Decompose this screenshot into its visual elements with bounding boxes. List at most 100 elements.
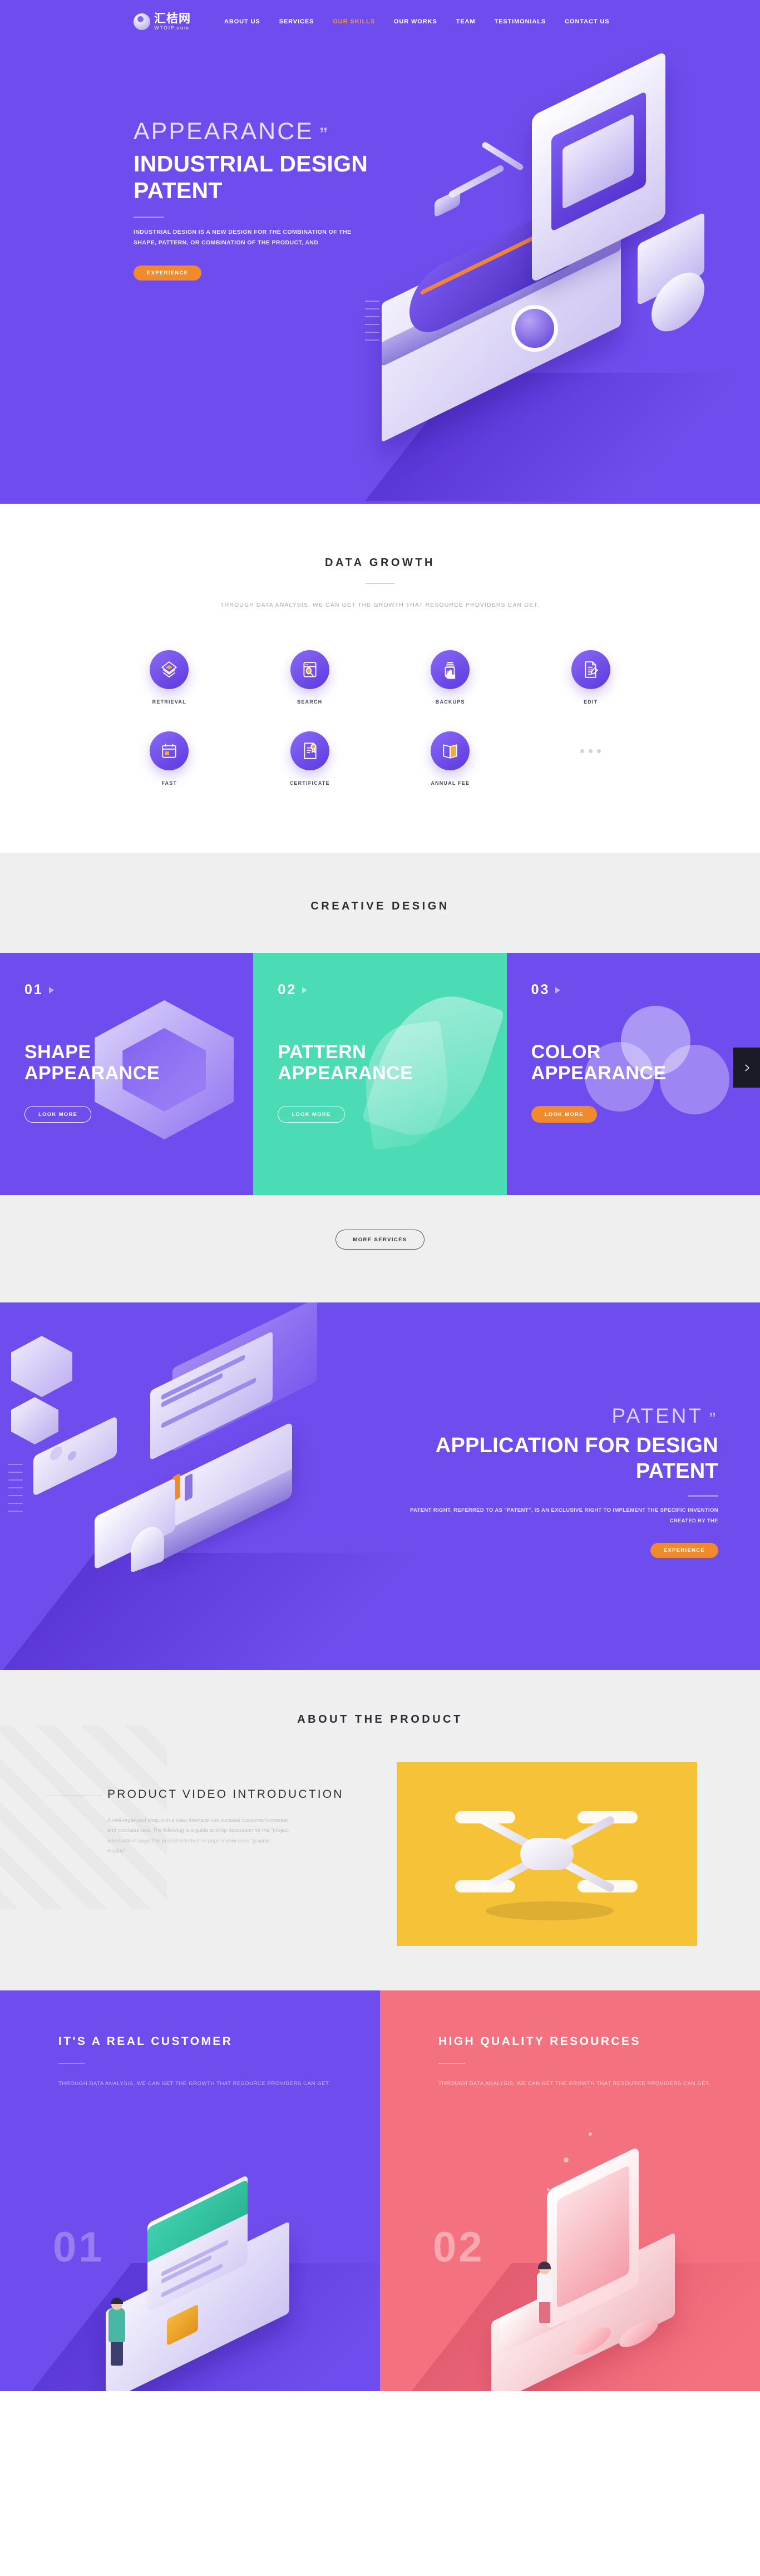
about-product-title: ABOUT THE PRODUCT (297, 1713, 463, 1725)
nav-item-our-works[interactable]: OUR WORKS (394, 18, 437, 25)
about-paragraph: A well-organized shop with a clear inter… (107, 1817, 289, 1855)
iso-cube-small (11, 1397, 58, 1444)
panel-number: 01 (53, 2224, 105, 2271)
creative-card-shape[interactable]: 01 SHAPE APPEARANCE LOOK MORE (0, 953, 254, 1195)
panel-high-quality-resources: HIGH QUALITY RESOURCES THROUGH DATA ANAL… (380, 1990, 760, 2391)
hero-experience-button[interactable]: EXPERIENCE (134, 265, 202, 281)
panel-title: HIGH QUALITY RESOURCES (438, 2035, 641, 2048)
feature-fast[interactable]: FAST (99, 731, 240, 786)
panel-paragraph: THROUGH DATA ANALYSIS, WE CAN GET THE GR… (58, 2081, 330, 2087)
hero-tick-marks (365, 301, 379, 347)
chevron-right-icon (744, 1064, 749, 1071)
creative-design-title: CREATIVE DESIGN (310, 900, 450, 912)
patent-description: PATENT RIGHT, REFERRED TO AS "PATENT", I… (410, 1507, 718, 1524)
leaf-illustration-secondary (357, 1020, 456, 1151)
panel-divider (438, 2063, 465, 2064)
nav-links: ABOUT US SERVICES OUR SKILLS OUR WORKS T… (224, 18, 609, 25)
feature-certificate[interactable]: CERTIFICATE (240, 731, 381, 786)
logo-chinese-name: 汇桔网 (154, 12, 191, 25)
about-product-section: ABOUT THE PRODUCT PRODUCT VIDEO INTRODUC… (0, 1670, 760, 1990)
panel-paragraph: THROUGH DATA ANALYSIS, WE CAN GET THE GR… (438, 2081, 710, 2087)
creative-design-section: CREATIVE DESIGN 01 SHAPE APPEARANCE LOOK… (0, 853, 760, 1302)
carousel-next-button[interactable] (733, 1048, 760, 1088)
highlight-panels: IT'S A REAL CUSTOMER THROUGH DATA ANALYS… (0, 1990, 760, 2391)
feature-label: FAST (161, 780, 177, 786)
nav-item-team[interactable]: TEAM (456, 18, 476, 25)
site-logo[interactable]: 汇桔网 WTOIP.com (134, 13, 191, 31)
hero-description: INDUSTRIAL DESIGN IS A NEW DESIGN FOR TH… (134, 228, 352, 247)
hero-kicker-text: APPEARANCE (134, 118, 314, 145)
feature-more[interactable] (521, 731, 662, 786)
patent-shadow (0, 1553, 484, 1670)
hero-copy: APPEARANCE ” INDUSTRIAL DESIGN PATENT IND… (134, 120, 478, 281)
patent-copy: PATENT ” APPLICATION FOR DESIGN PATENT PA… (407, 1405, 718, 1559)
feature-retrieval[interactable]: RETRIEVAL (99, 650, 240, 705)
feature-label: BACKUPS (435, 699, 465, 705)
card-look-more-button[interactable]: LOOK MORE (24, 1106, 92, 1123)
more-services-button[interactable]: MORE SERVICES (335, 1230, 425, 1250)
card-title: COLOR APPEARANCE (531, 1041, 667, 1084)
layers-icon (150, 650, 189, 689)
feature-edit[interactable]: EDIT (521, 650, 662, 705)
calendar-icon (150, 731, 189, 770)
certificate-icon (290, 731, 329, 770)
book-icon (431, 731, 470, 770)
card-number: 02 (278, 982, 482, 998)
nav-item-contact-us[interactable]: CONTACT US (565, 18, 609, 25)
character-legs (539, 2299, 550, 2323)
feature-label: CERTIFICATE (289, 780, 330, 786)
patent-kicker-text: PATENT (611, 1404, 703, 1427)
landing-page: 汇桔网 WTOIP.com ABOUT US SERVICES OUR SKIL… (0, 0, 760, 2391)
feature-backups[interactable]: BACKUPS (380, 650, 521, 705)
product-video-thumbnail[interactable] (397, 1762, 697, 1946)
patent-kicker: PATENT ” (407, 1405, 718, 1426)
sparkle-dot (564, 2157, 569, 2162)
patent-title: APPLICATION FOR DESIGN PATENT (435, 1434, 718, 1483)
hero-divider (134, 216, 164, 218)
nav-item-about-us[interactable]: ABOUT US (224, 18, 260, 25)
hero-kicker: APPEARANCE ” (134, 120, 478, 144)
logo-domain: WTOIP.com (154, 25, 190, 31)
more-dots-icon (580, 731, 601, 770)
triangle-icon (48, 986, 54, 994)
hand-document-icon (431, 650, 470, 689)
hero-title: INDUSTRIAL DESIGN PATENT (134, 151, 368, 204)
creative-card-pattern[interactable]: 02 PATTERN APPEARANCE LOOK MORE (253, 953, 507, 1195)
document-pencil-icon (571, 650, 610, 689)
main-navigation: 汇桔网 WTOIP.com ABOUT US SERVICES OUR SKIL… (0, 0, 760, 43)
creative-card-color[interactable]: 03 COLOR APPEARANCE LOOK MORE (506, 953, 760, 1195)
hero-quote-icon: ” (319, 125, 329, 143)
panel-title: IT'S A REAL CUSTOMER (58, 2035, 233, 2048)
card-number-text: 01 (24, 982, 43, 997)
feature-annual-fee[interactable]: ANNUAL FEE (380, 731, 521, 786)
triangle-icon (302, 986, 308, 994)
patent-tick-marks (8, 1464, 23, 1518)
creative-cards: 01 SHAPE APPEARANCE LOOK MORE 02 PATTERN… (0, 953, 760, 1195)
data-growth-subtitle: THROUGH DATA ANALYSIS, WE CAN GET THE GR… (220, 602, 540, 608)
drone-shadow (486, 1901, 614, 1920)
card-look-more-button[interactable]: LOOK MORE (531, 1106, 597, 1123)
about-product-text: PRODUCT VIDEO INTRODUCTION A well-organi… (46, 1762, 397, 1857)
about-product-body: PRODUCT VIDEO INTRODUCTION A well-organi… (46, 1762, 708, 1946)
patent-section: PATENT ” APPLICATION FOR DESIGN PATENT PA… (0, 1302, 760, 1670)
nav-item-services[interactable]: SERVICES (279, 18, 314, 25)
card-title: PATTERN APPEARANCE (278, 1041, 413, 1084)
browser-search-icon (290, 650, 329, 689)
card-number: 03 (531, 982, 736, 998)
nav-item-our-skills[interactable]: OUR SKILLS (333, 18, 375, 25)
panel-real-customer: IT'S A REAL CUSTOMER THROUGH DATA ANALYS… (0, 1990, 380, 2391)
data-growth-divider (366, 583, 394, 584)
patent-experience-button[interactable]: EXPERIENCE (650, 1543, 718, 1559)
character-legs (111, 2340, 123, 2366)
hero-section: 汇桔网 WTOIP.com ABOUT US SERVICES OUR SKIL… (0, 0, 760, 504)
feature-label: ANNUAL FEE (431, 780, 470, 786)
iso-lens-icon (515, 309, 554, 348)
data-growth-icon-grid: RETRIEVAL SEARCH BACKUPS EDIT FAST CERTI… (99, 650, 661, 786)
card-look-more-button[interactable]: LOOK MORE (278, 1106, 345, 1123)
data-growth-title: DATA GROWTH (325, 557, 435, 569)
panel-number: 02 (433, 2224, 485, 2271)
about-heading: PRODUCT VIDEO INTRODUCTION (107, 1788, 344, 1801)
card-title: SHAPE APPEARANCE (24, 1041, 160, 1084)
nav-item-testimonials[interactable]: TESTIMONIALS (494, 18, 546, 25)
feature-search[interactable]: SEARCH (240, 650, 381, 705)
